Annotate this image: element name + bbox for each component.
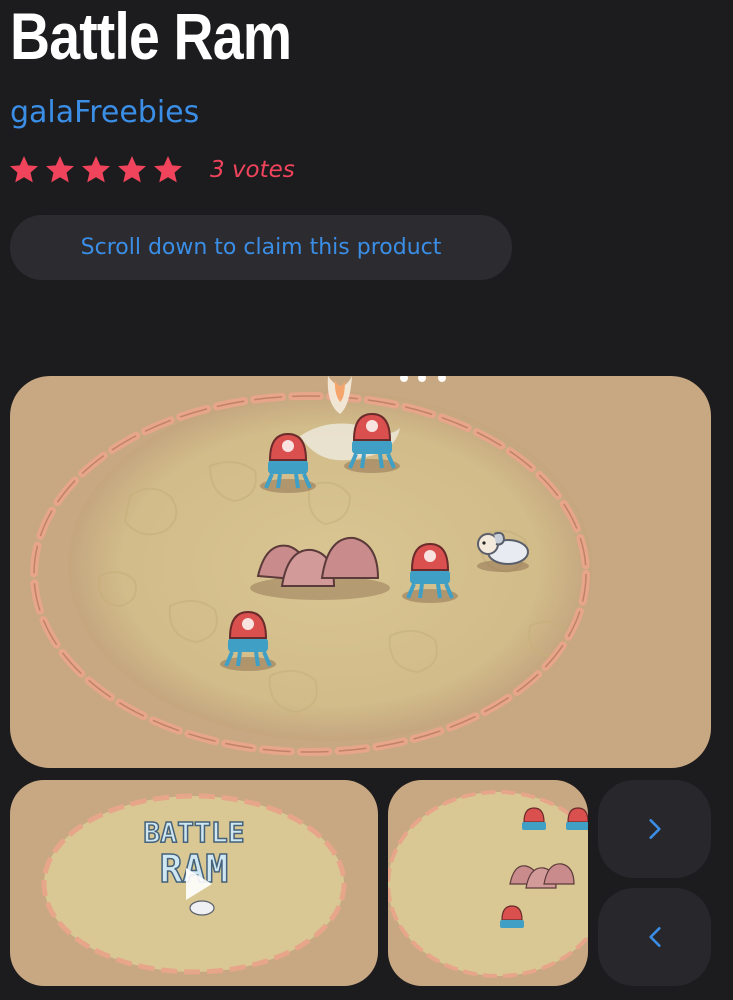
- logo-line-1: BATTLE: [143, 816, 244, 849]
- main-screenshot[interactable]: [10, 376, 711, 768]
- author-link[interactable]: galaFreebies: [10, 94, 199, 132]
- screenshot-thumb-image: [388, 780, 588, 986]
- star-icon: [118, 156, 146, 183]
- star-rating: [8, 154, 184, 186]
- gallery-prev-button[interactable]: [598, 888, 711, 986]
- star-icon: [46, 156, 74, 183]
- trailer-image: BATTLE RAM: [10, 780, 378, 986]
- product-page: { "product": { "title": "Battle Ram", "a…: [0, 0, 733, 1000]
- product-title: Battle Ram: [10, 0, 292, 73]
- gallery-next-button[interactable]: [598, 780, 711, 878]
- star-icon: [10, 156, 38, 183]
- chevron-left-icon: [648, 927, 661, 947]
- screenshot-thumbnail[interactable]: [388, 780, 588, 986]
- votes-count[interactable]: 3 votes: [210, 157, 295, 183]
- game-arena-image: [10, 376, 711, 768]
- chevron-right-icon: [648, 819, 661, 839]
- claim-button[interactable]: Scroll down to claim this product: [10, 215, 512, 280]
- star-icon: [154, 156, 182, 183]
- star-icon: [82, 156, 110, 183]
- rating: 3 votes: [8, 150, 295, 190]
- video-thumbnail[interactable]: BATTLE RAM: [10, 780, 378, 986]
